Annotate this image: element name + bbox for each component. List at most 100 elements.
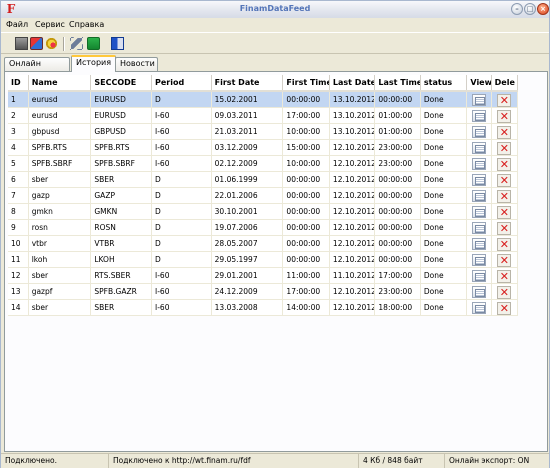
table-row[interactable]: 12 sber RTS.SBER I-60 29.01.2001 11:00:00 11.1…	[8, 267, 519, 284]
delete-icon[interactable]: ✕	[497, 141, 512, 155]
delete-icon[interactable]: ✕	[497, 301, 512, 315]
export-icon[interactable]	[87, 37, 100, 50]
menu-service[interactable]: Сервис	[35, 20, 65, 29]
tab-strip: Онлайн Данные История Новости	[4, 55, 549, 80]
table-cell: Done	[420, 187, 468, 204]
title-bar[interactable]: F FinamDataFeed – □ ×	[1, 1, 549, 18]
tab-online-data[interactable]: Онлайн Данные	[4, 57, 70, 80]
delete-icon[interactable]: ✕	[497, 157, 512, 171]
table-cell: 7	[8, 187, 29, 204]
menu-file[interactable]: Файл	[6, 20, 28, 29]
tools-icon[interactable]	[70, 37, 83, 50]
history-panel: ID Name SECCODE Period First Date First Time L…	[4, 71, 548, 452]
column-header[interactable]: ID	[8, 75, 29, 92]
connect-icon[interactable]	[30, 37, 43, 50]
column-header[interactable]: Last Time	[374, 75, 421, 92]
table-row[interactable]: 9 rosn ROSN D 19.07.2006 00:00:00 12.10.2012 00…	[8, 219, 519, 236]
tab-history[interactable]: История	[71, 55, 116, 72]
view-icon[interactable]	[472, 126, 487, 138]
view-icon[interactable]	[472, 302, 487, 314]
table-cell: 12.10.2012	[329, 235, 376, 252]
status-server: Подключено к http://wt.finam.ru/fdf	[109, 454, 359, 468]
column-header[interactable]: Dele	[491, 75, 519, 92]
table-cell: ROSN	[90, 219, 153, 236]
table-cell: 02.12.2009	[211, 155, 284, 172]
delete-icon[interactable]: ✕	[497, 109, 512, 123]
delete-icon[interactable]: ✕	[497, 285, 512, 299]
table-row[interactable]: 14 sber SBER I-60 13.03.2008 14:00:00 12.10.20…	[8, 299, 519, 316]
delete-icon[interactable]: ✕	[497, 253, 512, 267]
view-icon[interactable]	[472, 174, 487, 186]
delete-icon[interactable]: ✕	[497, 189, 512, 203]
table-cell: Done	[420, 219, 468, 236]
view-icon[interactable]	[472, 222, 487, 234]
table-cell: 00:00:00	[282, 203, 330, 220]
table-row[interactable]: 7 gazp GAZP D 22.01.2006 00:00:00 12.10.2012 00…	[8, 187, 519, 204]
table-cell: 14	[8, 299, 29, 316]
table-cell: D	[151, 187, 212, 204]
table-cell: I-60	[151, 283, 212, 300]
stop-icon[interactable]	[15, 37, 28, 50]
table-cell: Done	[420, 251, 468, 268]
table-row[interactable]: 13 gazpf SPFB.GAZR I-60 24.12.2009 17:00:00 12…	[8, 283, 519, 300]
table-row[interactable]: 10 vtbr VTBR D 28.05.2007 00:00:00 12.10.2012 0…	[8, 235, 519, 252]
view-icon[interactable]	[472, 158, 487, 170]
table-cell: 00:00:00	[374, 91, 421, 108]
table-cell: 28.05.2007	[211, 235, 284, 252]
column-header[interactable]: status	[420, 75, 468, 92]
view-icon[interactable]	[472, 270, 487, 282]
table-row[interactable]: 6 sber SBER D 01.06.1999 00:00:00 12.10.2012 00…	[8, 171, 519, 188]
minimize-button[interactable]: –	[511, 3, 523, 15]
view-icon[interactable]	[472, 254, 487, 266]
delete-icon[interactable]: ✕	[497, 93, 512, 107]
view-icon[interactable]	[472, 190, 487, 202]
view-icon[interactable]	[472, 142, 487, 154]
delete-icon[interactable]: ✕	[497, 269, 512, 283]
table-cell: 29.01.2001	[211, 267, 284, 284]
delete-icon[interactable]: ✕	[497, 173, 512, 187]
column-header[interactable]: Name	[28, 75, 92, 92]
column-header[interactable]: Last Date	[329, 75, 376, 92]
column-header[interactable]: First Date	[211, 75, 284, 92]
column-header[interactable]: SECCODE	[90, 75, 153, 92]
table-cell: 13	[8, 283, 29, 300]
table-cell: 00:00:00	[282, 251, 330, 268]
table-cell: 01.06.1999	[211, 171, 284, 188]
close-button[interactable]: ×	[537, 3, 549, 15]
table-cell: 01:00:00	[374, 107, 421, 124]
maximize-button[interactable]: □	[524, 3, 536, 15]
table-cell: 19.07.2006	[211, 219, 284, 236]
table-row[interactable]: 2 eurusd EURUSD I-60 09.03.2011 17:00:00 13.10…	[8, 107, 519, 124]
delete-icon[interactable]: ✕	[497, 205, 512, 219]
status-online-export: Онлайн экспорт: ON	[449, 456, 530, 465]
view-icon[interactable]	[472, 286, 487, 298]
delete-cell: ✕	[491, 251, 519, 268]
table-cell: gazpf	[28, 283, 92, 300]
table-cell: 23:00:00	[374, 283, 421, 300]
table-cell: RTS.SBER	[90, 267, 153, 284]
table-cell: VTBR	[90, 235, 153, 252]
menu-help[interactable]: Справка	[69, 20, 104, 29]
column-header[interactable]: First Time	[282, 75, 330, 92]
table-cell: sber	[28, 267, 92, 284]
view-icon[interactable]	[472, 238, 487, 250]
table-row[interactable]: 4 SPFB.RTS SPFB.RTS I-60 03.12.2009 15:00:00 1…	[8, 139, 519, 156]
view-icon[interactable]	[472, 94, 487, 106]
table-cell: 00:00:00	[282, 235, 330, 252]
table-row[interactable]: 8 gmkn GMKN D 30.10.2001 00:00:00 12.10.2012 00…	[8, 203, 519, 220]
table-cell: 13.03.2008	[211, 299, 284, 316]
view-icon[interactable]	[472, 110, 487, 122]
column-header[interactable]: View	[466, 75, 492, 92]
book-icon[interactable]	[111, 37, 124, 50]
delete-icon[interactable]: ✕	[497, 237, 512, 251]
view-icon[interactable]	[472, 206, 487, 218]
table-row[interactable]: 3 gbpusd GBPUSD I-60 21.03.2011 10:00:00 13.10…	[8, 123, 519, 140]
delete-icon[interactable]: ✕	[497, 125, 512, 139]
delete-icon[interactable]: ✕	[497, 221, 512, 235]
table-row[interactable]: 5 SPFB.SBRF SPFB.SBRF I-60 02.12.2009 10:00:0…	[8, 155, 519, 172]
tab-news[interactable]: Новости	[115, 57, 158, 71]
table-row[interactable]: 1 eurusd EURUSD D 15.02.2001 00:00:00 13.10.20…	[8, 91, 519, 108]
table-cell: 29.05.1997	[211, 251, 284, 268]
table-row[interactable]: 11 lkoh LKOH D 29.05.1997 00:00:00 12.10.2012 0…	[8, 251, 519, 268]
column-header[interactable]: Period	[151, 75, 212, 92]
